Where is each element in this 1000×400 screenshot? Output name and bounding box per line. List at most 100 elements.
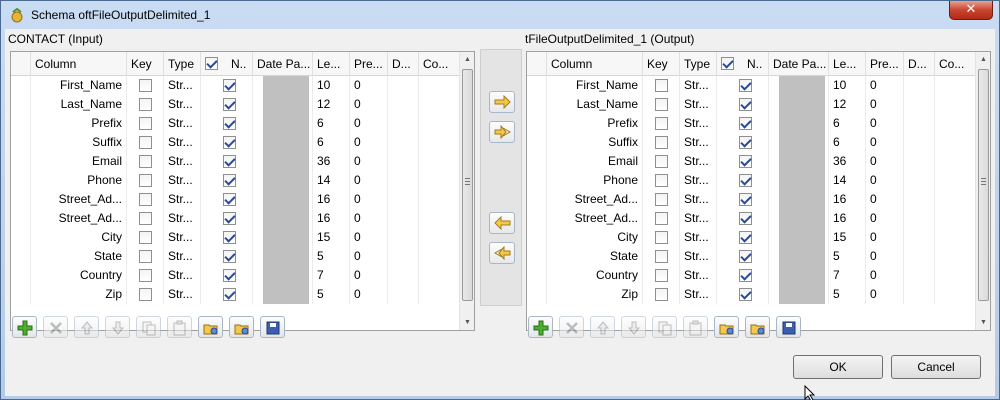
copy-all-right-button[interactable]: [489, 121, 515, 143]
nullable-checkbox[interactable]: [739, 231, 752, 244]
length-cell[interactable]: 36: [313, 152, 350, 171]
type-cell[interactable]: Str...: [680, 95, 717, 114]
key-checkbox[interactable]: [655, 212, 668, 225]
key-checkbox[interactable]: [139, 193, 152, 206]
comment-cell[interactable]: [419, 228, 461, 247]
column-header-name[interactable]: Column: [31, 52, 127, 76]
column-name-cell[interactable]: Country: [31, 266, 127, 285]
row-selector-cell[interactable]: [527, 190, 547, 209]
copy-button[interactable]: [136, 316, 161, 338]
precision-cell[interactable]: 0: [866, 190, 904, 209]
date-pattern-cell[interactable]: [769, 76, 829, 95]
copy-selected-left-button[interactable]: [489, 212, 515, 234]
date-pattern-cell[interactable]: [769, 209, 829, 228]
length-cell[interactable]: 10: [313, 76, 350, 95]
schema-row[interactable]: State Str... 5 0: [11, 247, 461, 266]
date-pattern-cell[interactable]: [253, 114, 313, 133]
column-header-key[interactable]: Key: [127, 52, 164, 76]
column-name-cell[interactable]: Last_Name: [31, 95, 127, 114]
schema-row[interactable]: First_Name Str... 10 0: [11, 76, 461, 95]
date-pattern-cell[interactable]: [253, 247, 313, 266]
length-cell[interactable]: 6: [829, 114, 866, 133]
type-cell[interactable]: Str...: [164, 133, 201, 152]
nullable-checkbox[interactable]: [223, 288, 236, 301]
comment-cell[interactable]: [419, 95, 461, 114]
precision-cell[interactable]: 0: [866, 285, 904, 304]
schema-row[interactable]: Country Str... 7 0: [527, 266, 977, 285]
precision-cell[interactable]: 0: [866, 152, 904, 171]
precision-cell[interactable]: 0: [350, 228, 388, 247]
type-cell[interactable]: Str...: [164, 95, 201, 114]
schema-row[interactable]: Prefix Str... 6 0: [527, 114, 977, 133]
comment-cell[interactable]: [935, 152, 977, 171]
length-cell[interactable]: 6: [829, 133, 866, 152]
type-cell[interactable]: Str...: [680, 266, 717, 285]
type-cell[interactable]: Str...: [680, 285, 717, 304]
column-header-date[interactable]: Date Pa...: [769, 52, 829, 76]
row-selector-cell[interactable]: [11, 247, 31, 266]
column-name-cell[interactable]: Country: [547, 266, 643, 285]
default-cell[interactable]: [904, 228, 935, 247]
precision-cell[interactable]: 0: [350, 285, 388, 304]
precision-cell[interactable]: 0: [866, 114, 904, 133]
comment-cell[interactable]: [935, 209, 977, 228]
column-name-cell[interactable]: Zip: [547, 285, 643, 304]
column-name-cell[interactable]: Prefix: [547, 114, 643, 133]
length-cell[interactable]: 16: [829, 190, 866, 209]
precision-cell[interactable]: 0: [866, 171, 904, 190]
default-cell[interactable]: [388, 133, 419, 152]
default-cell[interactable]: [388, 228, 419, 247]
scrollbar-thumb[interactable]: [462, 69, 473, 301]
schema-row[interactable]: Zip Str... 5 0: [11, 285, 461, 304]
row-selector-cell[interactable]: [527, 95, 547, 114]
type-cell[interactable]: Str...: [164, 171, 201, 190]
row-selector-cell[interactable]: [11, 266, 31, 285]
type-cell[interactable]: Str...: [164, 228, 201, 247]
key-checkbox[interactable]: [655, 136, 668, 149]
key-checkbox[interactable]: [139, 212, 152, 225]
export-schema-button[interactable]: [229, 316, 254, 338]
column-name-cell[interactable]: City: [31, 228, 127, 247]
row-selector-cell[interactable]: [11, 228, 31, 247]
date-pattern-cell[interactable]: [253, 76, 313, 95]
move-down-button[interactable]: [105, 316, 130, 338]
date-pattern-cell[interactable]: [769, 95, 829, 114]
key-checkbox[interactable]: [655, 79, 668, 92]
date-pattern-cell[interactable]: [769, 171, 829, 190]
default-cell[interactable]: [904, 95, 935, 114]
precision-cell[interactable]: 0: [350, 171, 388, 190]
comment-cell[interactable]: [935, 114, 977, 133]
row-selector-cell[interactable]: [11, 95, 31, 114]
row-selector-cell[interactable]: [11, 152, 31, 171]
schema-row[interactable]: Last_Name Str... 12 0: [11, 95, 461, 114]
column-name-cell[interactable]: Email: [31, 152, 127, 171]
precision-cell[interactable]: 0: [350, 209, 388, 228]
column-header-comm[interactable]: Co...: [935, 52, 977, 76]
import-schema-button[interactable]: [714, 316, 739, 338]
date-pattern-cell[interactable]: [253, 209, 313, 228]
length-cell[interactable]: 5: [313, 285, 350, 304]
precision-cell[interactable]: 0: [866, 95, 904, 114]
nullable-checkbox[interactable]: [739, 250, 752, 263]
comment-cell[interactable]: [935, 228, 977, 247]
default-cell[interactable]: [904, 76, 935, 95]
key-checkbox[interactable]: [139, 288, 152, 301]
nullable-checkbox[interactable]: [223, 79, 236, 92]
precision-cell[interactable]: 0: [350, 95, 388, 114]
precision-cell[interactable]: 0: [350, 190, 388, 209]
comment-cell[interactable]: [419, 133, 461, 152]
default-cell[interactable]: [388, 209, 419, 228]
default-cell[interactable]: [388, 152, 419, 171]
type-cell[interactable]: Str...: [164, 247, 201, 266]
date-pattern-cell[interactable]: [253, 285, 313, 304]
schema-row[interactable]: Street_Ad... Str... 16 0: [527, 190, 977, 209]
remove-column-button[interactable]: [43, 316, 68, 338]
remove-column-button[interactable]: [559, 316, 584, 338]
key-checkbox[interactable]: [139, 98, 152, 111]
row-selector-cell[interactable]: [11, 76, 31, 95]
scroll-down-arrow-icon[interactable]: ▼: [976, 315, 990, 330]
type-cell[interactable]: Str...: [680, 247, 717, 266]
type-cell[interactable]: Str...: [164, 152, 201, 171]
comment-cell[interactable]: [935, 285, 977, 304]
type-cell[interactable]: Str...: [680, 133, 717, 152]
